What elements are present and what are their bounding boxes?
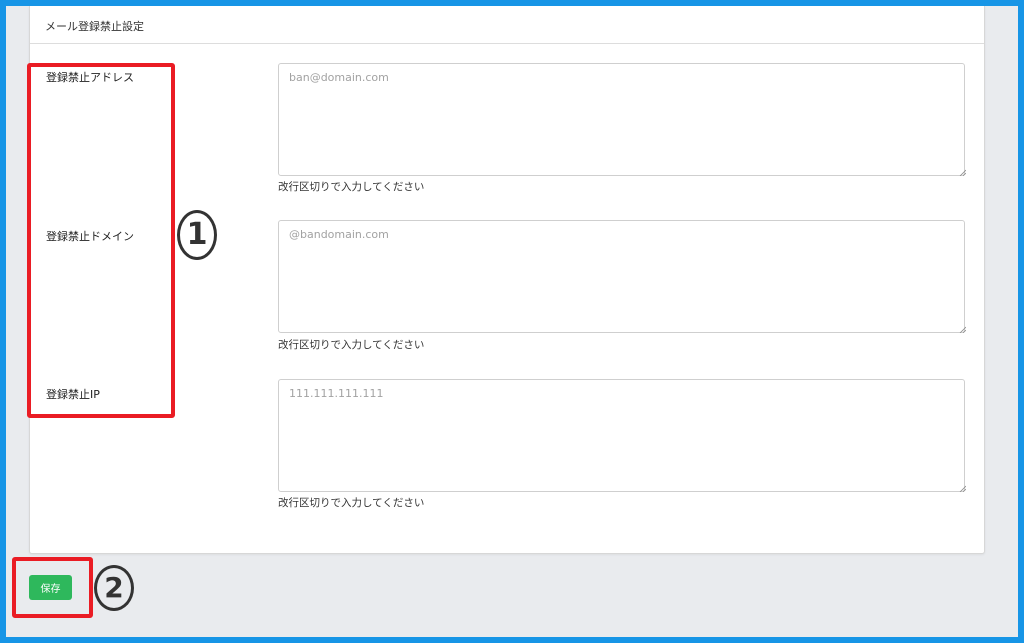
callout-number-1: 1 [177,210,217,260]
banned-domain-textarea[interactable] [278,220,965,333]
banned-ip-textarea[interactable] [278,379,965,492]
settings-card: メール登録禁止設定 登録禁止アドレス 改行区切りで入力してください 登録禁止ドメ… [29,6,985,554]
card-title: メール登録禁止設定 [30,6,984,44]
banned-domain-label: 登録禁止ドメイン [46,230,134,243]
banned-domain-help: 改行区切りで入力してください [278,339,425,351]
banned-ip-help: 改行区切りで入力してください [278,497,425,509]
page-background: メール登録禁止設定 登録禁止アドレス 改行区切りで入力してください 登録禁止ドメ… [6,6,1018,637]
save-button[interactable]: 保存 [29,575,72,600]
callout-number-2: 2 [94,565,134,611]
banned-address-label: 登録禁止アドレス [46,71,134,84]
banned-address-textarea[interactable] [278,63,965,176]
banned-address-help: 改行区切りで入力してください [278,181,425,193]
banned-ip-label: 登録禁止IP [46,388,100,401]
